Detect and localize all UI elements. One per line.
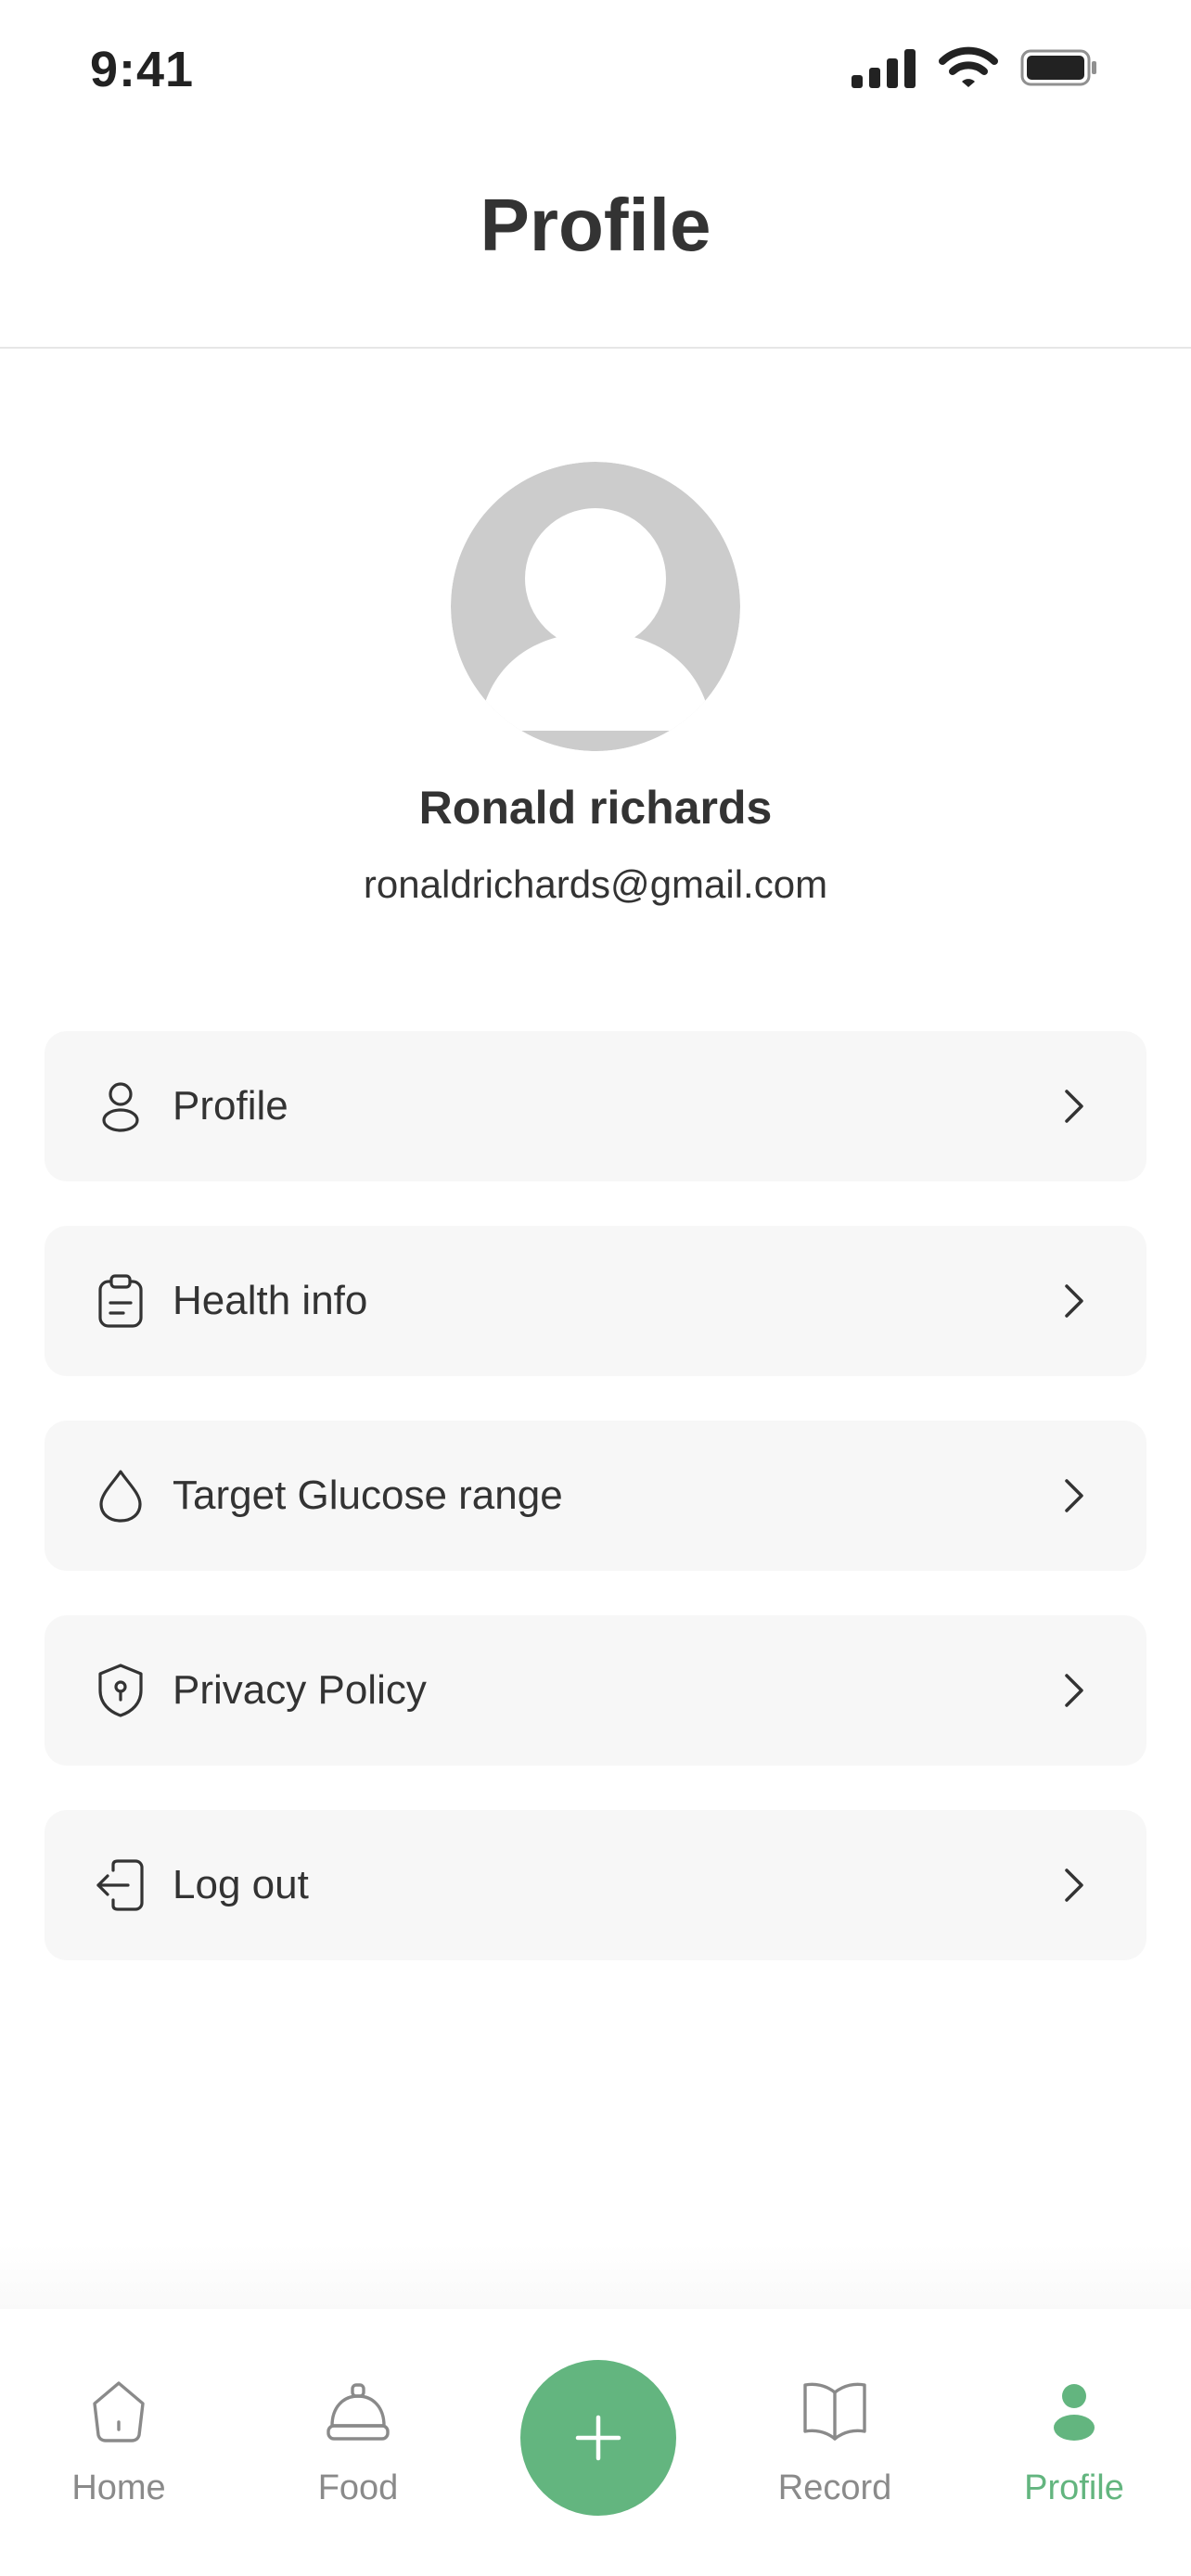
user-icon (93, 1078, 148, 1134)
nav-item-food[interactable]: Food (265, 2309, 451, 2531)
menu-item-label: Log out (173, 1862, 309, 1907)
bottom-nav-shadow (0, 2244, 1191, 2309)
nav-item-record[interactable]: Record (742, 2309, 928, 2531)
droplet-icon (93, 1468, 148, 1524)
profile-menu: Profile Health info Target Glucose range… (45, 1031, 1146, 2005)
avatar[interactable] (451, 462, 740, 751)
menu-item-privacy-policy[interactable]: Privacy Policy (45, 1615, 1146, 1766)
status-bar: 9:41 (0, 0, 1191, 139)
chevron-right-icon (1056, 1863, 1093, 1907)
cloche-icon (321, 2374, 395, 2448)
wifi-icon (939, 46, 998, 89)
status-time: 9:41 (90, 42, 195, 97)
profile-screen: 9:41 Profile Ronald richards ronaldricha… (0, 0, 1191, 2576)
menu-item-label: Target Glucose range (173, 1473, 563, 1518)
menu-item-profile[interactable]: Profile (45, 1031, 1146, 1181)
nav-label: Record (777, 2468, 892, 2507)
header: Profile (0, 139, 1191, 349)
user-email: ronaldrichards@gmail.com (363, 862, 828, 906)
home-icon (82, 2374, 156, 2448)
status-icons (852, 46, 1098, 89)
add-button[interactable] (520, 2360, 676, 2516)
chevron-right-icon (1056, 1473, 1093, 1518)
user-name: Ronald richards (418, 782, 773, 834)
chevron-right-icon (1056, 1279, 1093, 1323)
menu-item-health-info[interactable]: Health info (45, 1226, 1146, 1376)
menu-item-label: Profile (173, 1083, 288, 1129)
bottom-nav: Home Food Record Profile (0, 2309, 1191, 2576)
menu-item-label: Privacy Policy (173, 1667, 427, 1713)
nav-label: Food (317, 2468, 399, 2507)
menu-item-target-glucose-range[interactable]: Target Glucose range (45, 1421, 1146, 1571)
default-avatar-icon (451, 462, 740, 751)
cellular-signal-icon (852, 47, 916, 88)
chevron-right-icon (1056, 1668, 1093, 1713)
nav-item-home[interactable]: Home (26, 2309, 211, 2531)
nav-label: Profile (1024, 2468, 1124, 2507)
shield-icon (93, 1663, 148, 1718)
chevron-right-icon (1056, 1084, 1093, 1129)
nav-label: Home (71, 2468, 166, 2507)
menu-item-label: Health info (173, 1278, 368, 1323)
logout-icon (93, 1857, 148, 1913)
clipboard-icon (93, 1273, 148, 1329)
menu-item-log-out[interactable]: Log out (45, 1810, 1146, 1960)
plus-icon (575, 2415, 621, 2461)
battery-icon (1020, 49, 1098, 86)
user-filled-icon (1037, 2374, 1111, 2448)
nav-item-profile[interactable]: Profile (981, 2309, 1167, 2531)
book-icon (798, 2374, 872, 2448)
page-title: Profile (480, 184, 711, 266)
